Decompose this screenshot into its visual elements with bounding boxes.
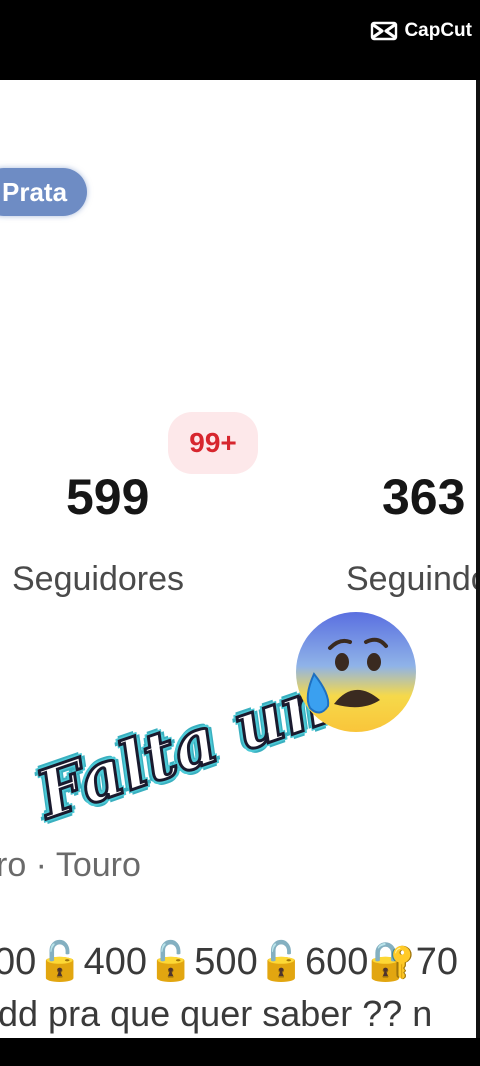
followers-label[interactable]: Seguidores (12, 560, 184, 599)
profile-screen: Prata 99+ 599 Seguidores 363 Seguindo ro… (0, 80, 476, 1038)
video-top-bar: CapCut (0, 0, 480, 80)
capcut-logo-icon (371, 21, 398, 41)
following-label[interactable]: Seguindo (346, 560, 476, 599)
anxious-face-with-sweat-icon (290, 608, 422, 745)
screen-edge (476, 80, 480, 1038)
notification-badge[interactable]: 99+ (168, 412, 258, 474)
followers-count[interactable]: 599 (66, 468, 149, 526)
level-badge[interactable]: Prata (0, 168, 88, 216)
zodiac-line: ro · Touro (0, 846, 141, 884)
capcut-label: CapCut (404, 20, 472, 41)
video-frame: CapCut Prata 99+ 599 Seguidores 363 Segu… (0, 0, 480, 1066)
bio-line-2: dd pra que quer saber ?? n (0, 993, 433, 1034)
following-count[interactable]: 363 (382, 468, 465, 526)
bio-line-1: 00🔓400🔓500🔓600🔐70 (0, 941, 458, 983)
capcut-watermark: CapCut (370, 20, 472, 42)
video-bottom-bar (0, 1038, 480, 1066)
